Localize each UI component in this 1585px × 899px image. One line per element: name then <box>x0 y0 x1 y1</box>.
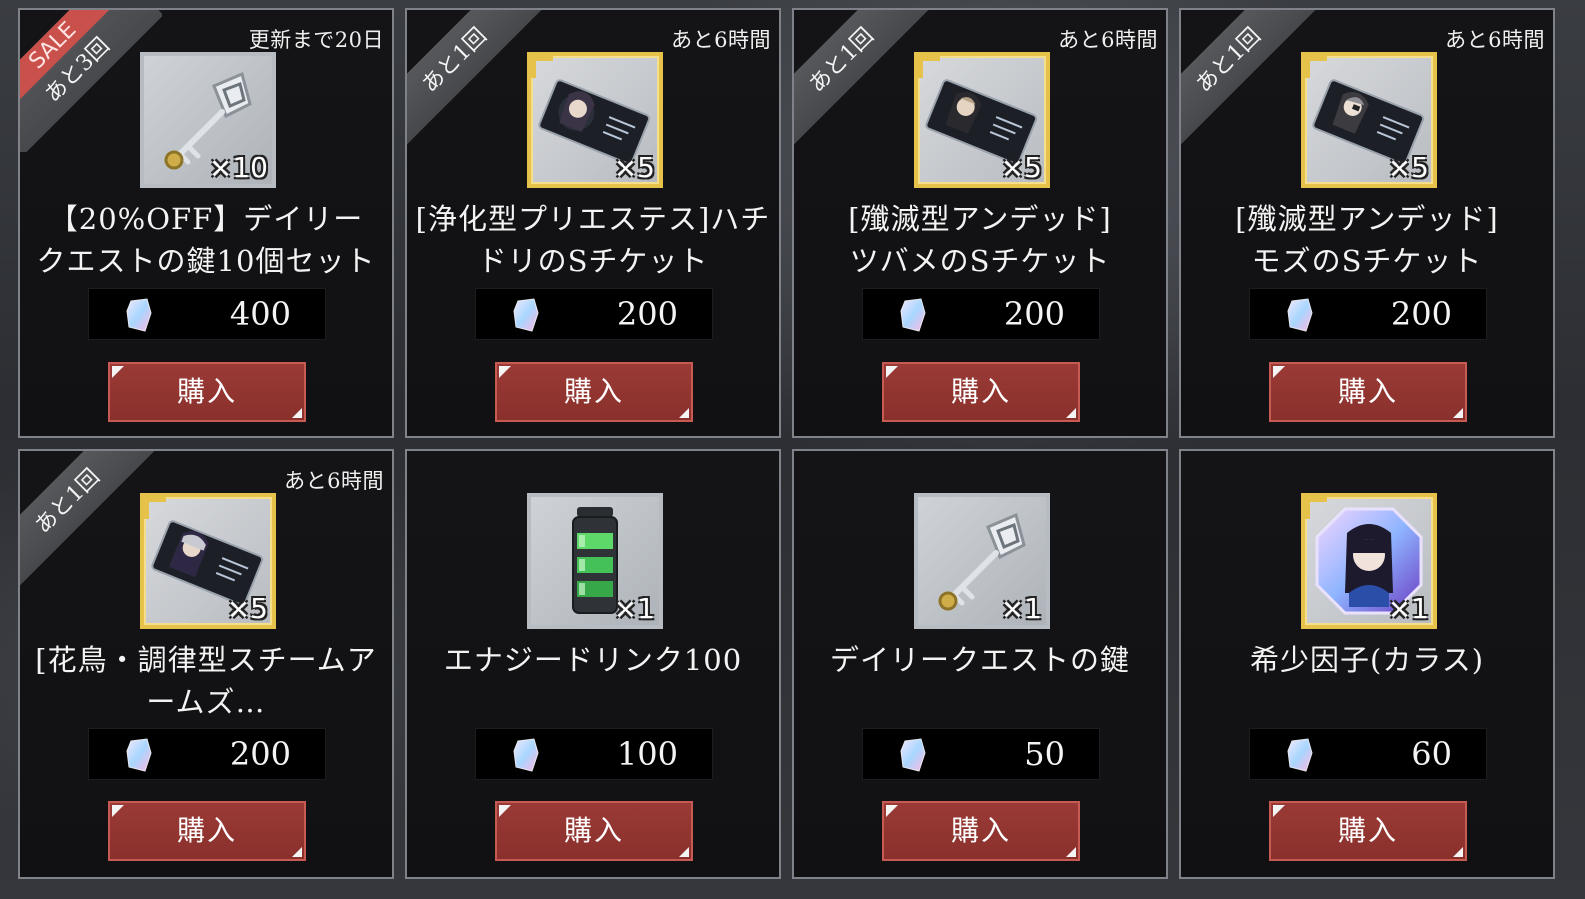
time-remaining: あと6時間 <box>1058 28 1158 52</box>
item-quantity: ×5 <box>613 151 655 184</box>
shop-item-card: あと1回 あと6時間 ×5 [殲滅型アンデッド] モズのSチケット 200 購入 <box>1179 8 1555 438</box>
purchase-limit-label: あと1回 <box>407 10 544 150</box>
purchase-limit-label: あと1回 <box>1181 10 1318 150</box>
price-value: 100 <box>616 735 678 773</box>
price-box: 200 <box>88 728 326 780</box>
price-box: 400 <box>88 288 326 340</box>
crystal-gem-icon <box>1287 738 1313 772</box>
item-quantity: ×1 <box>1387 592 1429 625</box>
shop-item-card: SALE あと3回 更新まで20日 ×10 【20%OFF】デイリー クエストの… <box>18 8 394 438</box>
shop-item-card: あと1回 あと6時間 ×5 [浄化型プリエステス]ハチ ドリのSチケット 200… <box>405 8 781 438</box>
item-name: [殲滅型アンデッド] モズのSチケット <box>1235 202 1499 278</box>
buy-button[interactable]: 購入 <box>882 801 1080 861</box>
refresh-timer: 更新まで20日 <box>248 28 384 52</box>
buy-button[interactable]: 購入 <box>108 801 306 861</box>
item-name: エナジードリンク100 <box>443 643 743 677</box>
price-value: 400 <box>229 295 291 333</box>
price-box: 50 <box>862 728 1100 780</box>
shop-item-card: あと1回 あと6時間 ×5 [花鳥・調律型スチームア ームズ… 200 購入 <box>18 449 394 879</box>
price-value: 200 <box>1390 295 1452 333</box>
item-quantity: ×5 <box>226 592 268 625</box>
time-remaining: あと6時間 <box>284 469 384 493</box>
price-box: 200 <box>475 288 713 340</box>
crystal-gem-icon <box>126 298 152 332</box>
price-value: 200 <box>1003 295 1065 333</box>
price-box: 100 <box>475 728 713 780</box>
item-name: [殲滅型アンデッド] ツバメのSチケット <box>848 202 1112 278</box>
price-value: 50 <box>1024 735 1065 773</box>
price-box: 60 <box>1249 728 1487 780</box>
shop-item-card: ×1 デイリークエストの鍵 50 購入 <box>792 449 1168 879</box>
shop-item-card: ×1 エナジードリンク100 100 購入 <box>405 449 781 879</box>
crystal-gem-icon <box>513 738 539 772</box>
price-value: 200 <box>616 295 678 333</box>
item-quantity: ×1 <box>613 592 655 625</box>
purchase-limit-label: あと1回 <box>794 10 931 150</box>
item-quantity: ×10 <box>208 151 268 184</box>
buy-button[interactable]: 購入 <box>882 362 1080 422</box>
item-name: 希少因子(カラス) <box>1249 643 1485 677</box>
buy-button[interactable]: 購入 <box>108 362 306 422</box>
shop-item-card: ×1 希少因子(カラス) 60 購入 <box>1179 449 1555 879</box>
buy-button[interactable]: 購入 <box>495 362 693 422</box>
crystal-gem-icon <box>900 298 926 332</box>
item-name: デイリークエストの鍵 <box>829 643 1130 677</box>
price-box: 200 <box>1249 288 1487 340</box>
buy-button[interactable]: 購入 <box>495 801 693 861</box>
item-quantity: ×5 <box>1000 151 1042 184</box>
item-quantity: ×1 <box>1000 592 1042 625</box>
buy-button[interactable]: 購入 <box>1269 801 1467 861</box>
crystal-gem-icon <box>126 738 152 772</box>
price-value: 60 <box>1411 735 1452 773</box>
item-icon-frame[interactable]: ×10 <box>140 52 276 188</box>
item-icon-frame[interactable]: ×5 <box>527 52 663 188</box>
buy-button[interactable]: 購入 <box>1269 362 1467 422</box>
crystal-gem-icon <box>513 298 539 332</box>
shop-item-card: あと1回 あと6時間 ×5 [殲滅型アンデッド] ツバメのSチケット 200 購… <box>792 8 1168 438</box>
item-icon-frame[interactable]: ×5 <box>1301 52 1437 188</box>
crystal-gem-icon <box>900 738 926 772</box>
item-icon-frame[interactable]: ×1 <box>1301 493 1437 629</box>
crystal-gem-icon <box>1287 298 1313 332</box>
time-remaining: あと6時間 <box>1445 28 1545 52</box>
item-quantity: ×5 <box>1387 151 1429 184</box>
item-name: [花鳥・調律型スチームア ームズ… <box>35 643 377 719</box>
item-icon-frame[interactable]: ×5 <box>140 493 276 629</box>
price-value: 200 <box>229 735 291 773</box>
time-remaining: あと6時間 <box>671 28 771 52</box>
item-name: [浄化型プリエステス]ハチ ドリのSチケット <box>415 202 771 278</box>
price-box: 200 <box>862 288 1100 340</box>
item-icon-frame[interactable]: ×5 <box>914 52 1050 188</box>
sale-label: SALE <box>20 10 134 127</box>
item-icon-frame[interactable]: ×1 <box>914 493 1050 629</box>
item-name: 【20%OFF】デイリー クエストの鍵10個セット <box>36 202 376 278</box>
purchase-limit-label: あと1回 <box>20 451 157 591</box>
item-icon-frame[interactable]: ×1 <box>527 493 663 629</box>
